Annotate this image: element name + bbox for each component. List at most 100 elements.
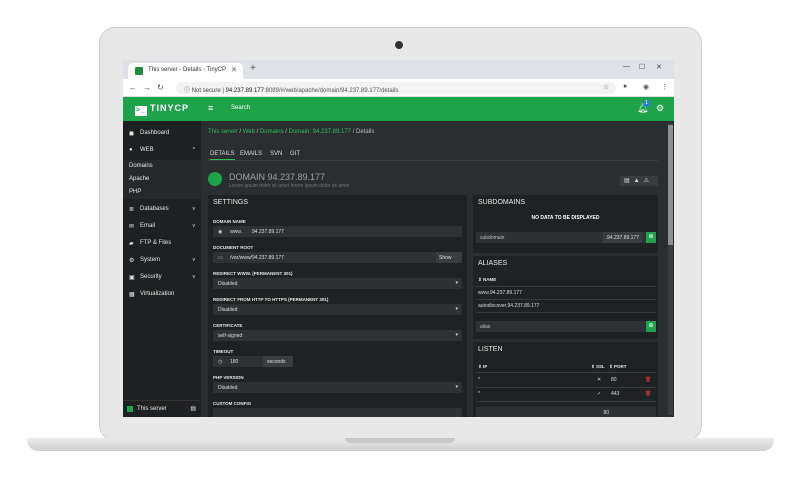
scrollbar[interactable] xyxy=(668,123,673,415)
listen-ssl-header[interactable]: ⇕ SSL xyxy=(591,364,605,370)
domain-subtitle: Lorem ipsum dolor sit amet lorem ipsum d… xyxy=(229,183,350,189)
dropdown-arrow-icon: ▾ xyxy=(455,384,458,390)
custom-config-label: CUSTOM CONFIG xyxy=(213,401,252,406)
sidebar-item-email[interactable]: ✉ Email v xyxy=(123,219,201,235)
breadcrumb-this-server[interactable]: This server xyxy=(208,129,238,135)
maximize-icon[interactable]: ☐ xyxy=(639,63,645,71)
notification-badge: 1 xyxy=(643,100,650,107)
forward-icon[interactable]: → xyxy=(143,83,151,92)
listen-add-row[interactable]: 80 xyxy=(476,407,656,417)
aliases-name-header[interactable]: ⇕ NAME xyxy=(478,277,496,283)
folder-icon: ▭ xyxy=(218,255,223,261)
listen-new-port[interactable]: 80 xyxy=(600,407,612,417)
kebab-menu-icon[interactable]: ⋮ xyxy=(661,83,668,91)
close-window-icon[interactable]: ✕ xyxy=(656,63,662,71)
breadcrumb-domains[interactable]: Domains xyxy=(260,129,284,135)
back-icon[interactable]: ← xyxy=(129,83,137,92)
listen-ip-header[interactable]: ⇕ IP xyxy=(478,364,487,370)
add-icon[interactable]: ⊕ xyxy=(646,232,656,243)
extension-icon[interactable]: ● xyxy=(623,83,627,90)
scrollbar-thumb[interactable] xyxy=(668,125,673,245)
hamburger-menu-icon[interactable]: ≡ xyxy=(208,103,213,113)
document-icon: ▤ xyxy=(624,178,634,184)
browser-tab[interactable]: This server - Details - TinyCP ✕ xyxy=(128,63,243,79)
tab-svn[interactable]: SVN xyxy=(270,151,282,157)
redirect-https-label: REDIRECT FROM HTTP TO HTTPS (PERMANENT 3… xyxy=(213,297,329,302)
url-input[interactable]: ⓘ Not secure | 94.237.89.177:8089/#/web/… xyxy=(176,82,616,94)
sidebar-item-ftp[interactable]: ▰ FTP & Files xyxy=(123,236,201,252)
search-input[interactable]: Search xyxy=(231,105,250,111)
laptop-notch xyxy=(345,438,455,443)
close-tab-icon[interactable]: ✕ xyxy=(231,66,237,74)
new-tab-button[interactable]: + xyxy=(250,63,256,74)
listen-port-header[interactable]: ⇕ PORT xyxy=(609,364,627,370)
redirect-www-select[interactable]: Disabled ▾ xyxy=(213,278,462,289)
show-button[interactable]: Show xyxy=(436,252,462,263)
lock-icon: ▣ xyxy=(129,275,135,281)
info-icon: ⓘ xyxy=(184,88,192,94)
chevron-down-icon: v xyxy=(192,206,196,212)
breadcrumb-domain[interactable]: Domain: 94.237.89.177 xyxy=(289,129,351,135)
bell-icon: ▲ xyxy=(633,178,644,184)
delete-icon[interactable]: 🗑︎ xyxy=(645,391,651,397)
dropdown-arrow-icon: ▾ xyxy=(455,280,458,286)
add-icon[interactable]: ⊕ xyxy=(646,321,656,332)
domain-globe-icon xyxy=(208,172,222,186)
sidebar-sub-domains[interactable]: Domains xyxy=(123,160,201,173)
breadcrumb-details: Details xyxy=(356,129,375,135)
redirect-https-select[interactable]: Disabled ▾ xyxy=(213,304,462,315)
sidebar-item-system[interactable]: ⚙ System v xyxy=(123,253,201,269)
php-version-label: PHP VERSION xyxy=(213,375,244,380)
sidebar-sub-apache[interactable]: Apache xyxy=(123,173,201,186)
certificate-select[interactable]: self-signed ▾ xyxy=(213,330,462,341)
document-root-label: DOCUMENT ROOT xyxy=(213,245,254,250)
chevron-down-icon: v xyxy=(192,223,196,229)
clock-icon: ◷ xyxy=(218,359,223,365)
chevron-down-icon: v xyxy=(192,274,196,280)
listen-ip: * xyxy=(478,391,480,397)
sidebar-sub-php[interactable]: PHP xyxy=(123,186,201,199)
delete-icon[interactable]: 🗑︎ xyxy=(645,377,651,383)
sidebar-item-web[interactable]: ● WEB ^ xyxy=(123,143,201,159)
tab-git[interactable]: GIT xyxy=(290,151,300,157)
warning-icon: ⚠ xyxy=(643,178,654,184)
subdomain-add-row[interactable]: subdomain .94.237.89.177 ⊕ xyxy=(476,232,656,243)
breadcrumb-web[interactable]: Web xyxy=(243,129,255,135)
app-logo[interactable]: >_ TINYCP xyxy=(135,103,189,116)
favicon-icon xyxy=(135,67,143,75)
main-content: This server / Web / Domains / Domain: 94… xyxy=(201,121,674,417)
address-bar-row: ← → ↻ ⓘ Not secure | 94.237.89.177:8089/… xyxy=(123,79,674,97)
tab-details[interactable]: DETAILS xyxy=(210,151,235,160)
alias-row: autodiscover.94.237.89.177 xyxy=(478,303,540,309)
chevron-up-icon: ^ xyxy=(192,147,195,153)
listen-port: 80 xyxy=(611,377,617,383)
alias-input[interactable]: alias xyxy=(480,324,490,330)
php-version-select[interactable]: Disabled ▾ xyxy=(213,382,462,393)
document-root-field[interactable]: ▭/var/www/94.237.89.177 Show xyxy=(213,252,462,263)
timeout-label: TIMEOUT xyxy=(213,349,234,354)
sidebar-item-virtualization[interactable]: ▦ Virtualization xyxy=(123,287,201,303)
globe-icon: ● xyxy=(129,147,133,153)
custom-config-field[interactable] xyxy=(213,408,462,417)
profile-icon[interactable]: ◉ xyxy=(643,83,649,91)
domain-actions[interactable]: ▤▲⚠ xyxy=(620,176,658,186)
minimize-icon[interactable]: — xyxy=(623,63,630,70)
sidebar-item-dashboard[interactable]: ◼ Dashboard xyxy=(123,126,201,142)
sidebar-item-databases[interactable]: ≣ Databases v xyxy=(123,202,201,218)
sidebar-server-selector[interactable]: This server ▤ xyxy=(123,400,201,417)
subdomain-input[interactable]: subdomain xyxy=(480,235,504,241)
app-topbar: >_ TINYCP ≡ Search 🔔︎ 1 ⚙ xyxy=(123,97,674,121)
settings-cogs-icon[interactable]: ⚙ xyxy=(656,103,664,114)
dashboard-icon: ◼ xyxy=(129,131,134,137)
camera-icon xyxy=(395,41,403,49)
sidebar-item-security[interactable]: ▣ Security v xyxy=(123,270,201,286)
domain-name-field[interactable]: ◉ www. 94.237.89.177 xyxy=(213,226,462,237)
security-label: Not secure xyxy=(191,88,221,94)
reload-icon[interactable]: ↻ xyxy=(157,83,164,92)
alias-add-row[interactable]: alias ⊕ xyxy=(476,321,656,332)
tab-emails[interactable]: EMAILS xyxy=(240,151,262,157)
star-icon[interactable]: ☆ xyxy=(603,83,609,91)
gear-icon: ⚙ xyxy=(129,258,135,264)
redirect-www-label: REDIRECT WWW. (PERMANENT 301) xyxy=(213,271,293,276)
email-icon: ✉ xyxy=(129,224,135,230)
